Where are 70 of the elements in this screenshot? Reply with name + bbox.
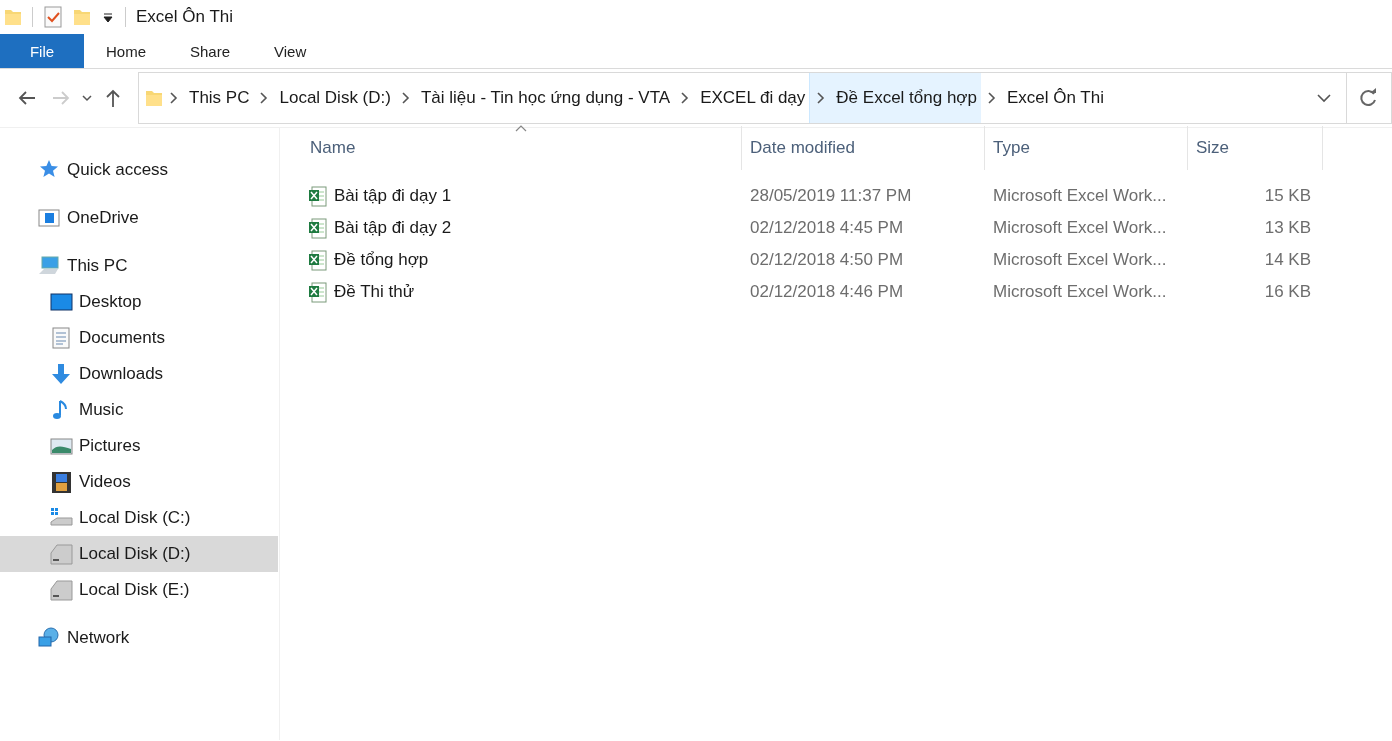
sidebar-item[interactable]: OneDrive	[0, 200, 278, 236]
sidebar-item[interactable]: Local Disk (D:)	[0, 536, 278, 572]
excel-file-icon	[308, 281, 328, 303]
breadcrumb[interactable]: Excel Ôn Thi	[1002, 73, 1108, 123]
drive-icon	[50, 578, 73, 602]
breadcrumb[interactable]: EXCEL đi dạy	[696, 73, 810, 123]
file-menu-button[interactable]: File	[0, 34, 84, 68]
refresh-icon[interactable]	[1359, 88, 1379, 108]
excel-file-icon	[308, 249, 328, 271]
file-name[interactable]: Đề tổng hợp	[334, 250, 429, 270]
sidebar-item[interactable]: This PC	[0, 248, 278, 284]
size-cell-text: 13 KB	[1263, 218, 1312, 238]
document-icon	[50, 326, 73, 350]
ribbon-tab[interactable]: Share	[168, 34, 253, 68]
chevron-icon[interactable]	[169, 91, 179, 105]
column-header[interactable]: Name	[302, 126, 742, 170]
sidebar-item[interactable]: Videos	[0, 464, 278, 500]
breadcrumb[interactable]: Đề Excel tổng hợp	[832, 73, 981, 123]
chevron-icon[interactable]	[400, 91, 411, 105]
drive-icon	[50, 542, 73, 566]
sidebar-item[interactable]: Music	[0, 392, 278, 428]
column-header[interactable]: Size	[1188, 126, 1323, 170]
sidebar-item[interactable]: Quick access	[0, 152, 278, 188]
date-cell-text: 02/12/2018 4:50 PM	[749, 250, 905, 270]
address-bar[interactable]: This PC Local Disk (D:) Tài liệu - Tin học ứng dụng - VTA EXCEL đi dạy Đề Excel tổng hợp Excel Ôn Thi	[138, 72, 1392, 124]
size-cell-text: 16 KB	[1263, 282, 1312, 302]
excel-file-icon	[308, 185, 328, 207]
sidebar-item[interactable]: Local Disk (C:)	[0, 500, 278, 536]
type-cell-text: Microsoft Excel Work...	[992, 186, 1168, 206]
window-icon	[38, 206, 61, 230]
dropdown-icon[interactable]	[101, 10, 115, 24]
dropdown-icon[interactable]	[1317, 93, 1331, 103]
breadcrumb[interactable]: Tài liệu - Tin học ứng dụng - VTA	[416, 73, 675, 123]
file-name[interactable]: Bài tập đi dạy 1	[334, 186, 452, 206]
film-strip-icon	[50, 470, 73, 494]
column-header[interactable]: Type	[985, 126, 1188, 170]
sort-ascending-icon	[515, 124, 527, 132]
desktop-icon	[50, 290, 73, 314]
chevron-icon[interactable]	[259, 91, 270, 105]
file-name[interactable]: Đề Thi thử	[334, 282, 415, 302]
globe-icon	[38, 626, 61, 650]
date-cell-text: 02/12/2018 4:45 PM	[749, 218, 905, 238]
ribbon-tab[interactable]: Home	[84, 34, 168, 68]
sidebar-item[interactable]: Documents	[0, 320, 278, 356]
type-cell-text: Microsoft Excel Work...	[992, 250, 1168, 270]
folder-icon	[145, 88, 163, 108]
window-title: Excel Ôn Thi	[136, 7, 233, 27]
date-cell-text: 02/12/2018 4:46 PM	[749, 282, 905, 302]
ribbon-tab[interactable]: View	[252, 34, 329, 68]
breadcrumb[interactable]: This PC	[185, 73, 254, 123]
down-arrow-icon	[50, 362, 73, 386]
date-cell-text: 28/05/2019 11:37 PM	[749, 186, 913, 206]
type-cell-text: Microsoft Excel Work...	[992, 218, 1168, 238]
sidebar-item[interactable]: Pictures	[0, 428, 278, 464]
chevron-icon[interactable]	[986, 91, 997, 105]
sidebar-item[interactable]: Local Disk (E:)	[0, 572, 278, 608]
column-header[interactable]: Date modified	[742, 126, 985, 170]
excel-file-icon	[308, 217, 328, 239]
breadcrumb[interactable]: Local Disk (D:)	[275, 73, 395, 123]
sidebar-item[interactable]: Downloads	[0, 356, 278, 392]
sidebar-item[interactable]: Desktop	[0, 284, 278, 320]
file-name[interactable]: Bài tập đi dạy 2	[334, 218, 452, 238]
size-cell-text: 15 KB	[1263, 186, 1312, 206]
chevron-icon[interactable]	[680, 91, 691, 105]
checklist-icon[interactable]	[43, 6, 63, 28]
type-cell-text: Microsoft Excel Work...	[992, 282, 1168, 302]
recent-locations-icon[interactable]	[82, 94, 92, 102]
chevron-icon[interactable]	[816, 91, 827, 105]
sidebar-item[interactable]: Network	[0, 620, 278, 656]
size-cell-text: 14 KB	[1263, 250, 1312, 270]
